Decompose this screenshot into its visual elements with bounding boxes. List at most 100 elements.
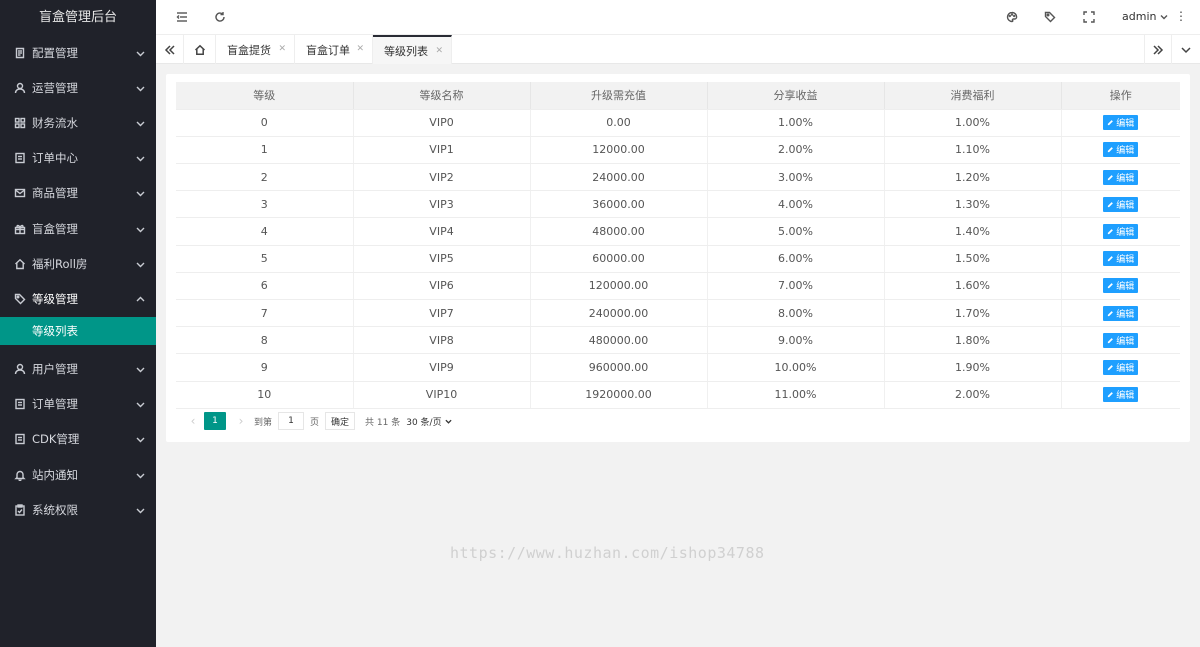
table-cell-actions: 编辑 [1061, 326, 1180, 355]
close-icon[interactable]: ✕ [278, 44, 286, 54]
edit-button[interactable]: 编辑 [1103, 115, 1139, 131]
table-cell: 3.00% [707, 163, 885, 192]
table-cell: VIP3 [353, 190, 531, 219]
sidebar-item[interactable]: 盲盒管理 [0, 211, 156, 246]
more-vertical-icon[interactable]: ⋮ [1175, 9, 1189, 23]
sidebar-item-label: 商品管理 [32, 186, 78, 201]
tag-icon[interactable] [1044, 11, 1058, 25]
sidebar-item[interactable]: 系统权限 [0, 492, 156, 527]
table-cell-actions: 编辑 [1061, 381, 1180, 409]
table-cell-actions: 编辑 [1061, 163, 1180, 192]
table-cell: VIP8 [353, 326, 531, 355]
table-cell: 2.00% [884, 381, 1062, 409]
chevron-down-icon [136, 119, 145, 127]
edit-button[interactable]: 编辑 [1103, 359, 1139, 375]
pencil-icon [1108, 147, 1114, 153]
tabs-scroll-left-button[interactable] [156, 35, 184, 64]
content-card: 等级 等级名称 升级需充值 分享收益 消费福利 操作 0 VIP0 0.00 1.00… [166, 74, 1190, 442]
table-cell: 1.80% [884, 326, 1062, 355]
close-icon[interactable]: ✕ [356, 44, 364, 54]
fullscreen-icon[interactable] [1083, 11, 1097, 25]
tabs-dropdown-button[interactable] [1172, 35, 1200, 64]
sidebar-item[interactable]: 订单中心 [0, 141, 156, 176]
tab-blindbox-orders[interactable]: 盲盒订单 ✕ [295, 35, 373, 64]
sidebar-item-label: 订单中心 [32, 151, 78, 166]
edit-button[interactable]: 编辑 [1103, 224, 1139, 240]
sidebar-item[interactable]: CDK管理 [0, 422, 156, 457]
edit-button-label: 编辑 [1116, 255, 1135, 266]
sidebar-item[interactable]: 等级管理 [0, 281, 156, 316]
edit-button[interactable]: 编辑 [1103, 387, 1139, 403]
sidebar-item-label: 财务流水 [32, 115, 78, 130]
table-row: 2 VIP2 24000.00 3.00% 1.20% 编辑 [176, 163, 1180, 192]
table-header-row: 等级 等级名称 升级需充值 分享收益 消费福利 操作 [176, 82, 1180, 110]
sidebar-item[interactable]: 订单管理 [0, 387, 156, 422]
column-header: 消费福利 [884, 82, 1062, 110]
gift-icon [13, 222, 27, 236]
level-table: 等级 等级名称 升级需充值 分享收益 消费福利 操作 0 VIP0 0.00 1.00… [176, 82, 1180, 409]
edit-button-label: 编辑 [1116, 391, 1135, 402]
table-cell: 3 [176, 190, 354, 219]
edit-button[interactable]: 编辑 [1103, 142, 1139, 158]
sidebar-item[interactable]: 财务流水 [0, 105, 156, 140]
edit-button[interactable]: 编辑 [1103, 332, 1139, 348]
edit-button-label: 编辑 [1116, 146, 1135, 157]
sidebar-item-label: 用户管理 [32, 362, 78, 377]
chevron-down-icon [136, 471, 145, 479]
sidebar: 盲盒管理后台 配置管理 运营管理 财务流水 订单中心 商品管理 盲盒管理 福利Roll房 等级… [0, 0, 156, 647]
current-page-button[interactable]: 1 [204, 412, 226, 430]
tabs-scroll-right-button[interactable] [1144, 35, 1172, 64]
menu-toggle-icon[interactable] [176, 11, 190, 25]
table-row: 5 VIP5 60000.00 6.00% 1.50% 编辑 [176, 245, 1180, 273]
edit-button[interactable]: 编辑 [1103, 305, 1139, 321]
table-row: 8 VIP8 480000.00 9.00% 1.80% 编辑 [176, 326, 1180, 355]
home-icon [13, 257, 27, 271]
close-icon[interactable]: ✕ [435, 46, 443, 56]
chevron-down-icon [136, 84, 145, 92]
table-cell-actions: 编辑 [1061, 299, 1180, 328]
chevron-down-icon [136, 506, 145, 514]
sidebar-item-label: 等级管理 [32, 291, 78, 306]
table-row: 3 VIP3 36000.00 4.00% 1.30% 编辑 [176, 190, 1180, 219]
column-header: 升级需充值 [530, 82, 708, 110]
tab-blindbox-pickup[interactable]: 盲盒提货 ✕ [216, 35, 295, 64]
edit-button[interactable]: 编辑 [1103, 196, 1139, 212]
column-header: 等级 [176, 82, 354, 110]
pencil-icon [1108, 283, 1114, 289]
tab-label: 等级列表 [384, 44, 428, 58]
table-cell: 10 [176, 381, 354, 409]
sidebar-menu: 配置管理 运营管理财务流水订单中心商品管理盲盒管理 福利Roll房等级管理等级列表用… [0, 35, 156, 527]
theme-palette-icon[interactable] [1006, 11, 1020, 25]
table-row: 0 VIP0 0.00 1.00% 1.00% 编辑 [176, 109, 1180, 137]
next-page-icon[interactable]: › [234, 414, 248, 428]
edit-button[interactable]: 编辑 [1103, 251, 1139, 267]
edit-button[interactable]: 编辑 [1103, 278, 1139, 294]
goto-confirm-button[interactable]: 确定 [325, 412, 356, 430]
table-cell: 9 [176, 353, 354, 382]
table-cell: 480000.00 [530, 326, 708, 355]
tab-level-list[interactable]: 等级列表 ✕ [373, 35, 452, 64]
chevron-down-icon [136, 400, 145, 408]
sidebar-item[interactable]: 站内通知 [0, 457, 156, 492]
sidebar-item[interactable]: 运营管理 [0, 70, 156, 105]
edit-button[interactable]: 编辑 [1103, 169, 1139, 185]
column-header: 分享收益 [707, 82, 885, 110]
sidebar-item[interactable]: 用户管理 [0, 352, 156, 387]
prev-page-icon[interactable]: ‹ [186, 414, 200, 428]
admin-user-menu[interactable]: admin [1122, 10, 1168, 23]
table-cell: VIP5 [353, 245, 531, 273]
sidebar-item[interactable]: 配置管理 [0, 35, 156, 70]
page-size-select[interactable]: 30 条/页 [406, 415, 452, 428]
sidebar-subitem-level-list[interactable]: 等级列表 [0, 316, 156, 345]
bell-icon [13, 468, 27, 482]
refresh-icon[interactable] [214, 11, 228, 25]
table-cell: 2.00% [707, 136, 885, 165]
page-size-value: 30 条/页 [406, 417, 442, 428]
top-header: admin ⋮ [156, 0, 1200, 35]
sidebar-item[interactable]: 福利Roll房 [0, 246, 156, 281]
home-tab[interactable] [184, 35, 216, 64]
edit-button-label: 编辑 [1116, 119, 1135, 130]
goto-page-input[interactable]: 1 [278, 412, 305, 430]
admin-username: admin [1122, 10, 1157, 23]
sidebar-item[interactable]: 商品管理 [0, 176, 156, 211]
